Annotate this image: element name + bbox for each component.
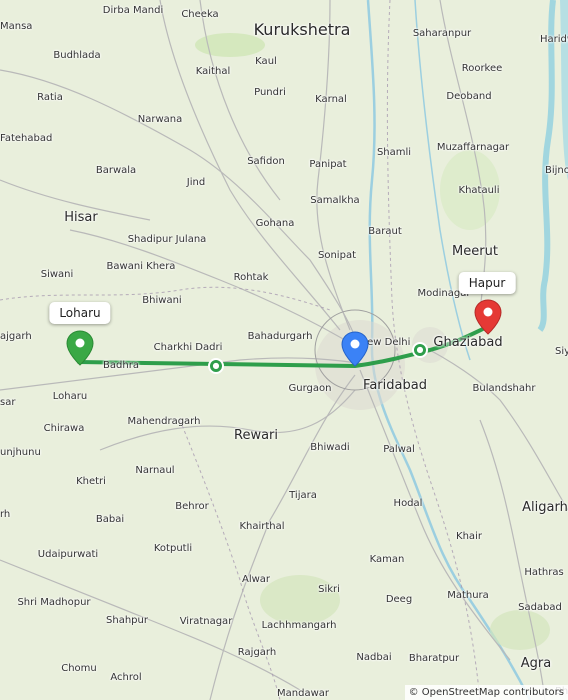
place-label-hathras: Hathras — [524, 567, 564, 578]
place-label-mandawar: Mandawar — [277, 688, 329, 699]
place-label-kaman: Kaman — [369, 554, 405, 565]
place-label-deoband: Deoband — [446, 91, 492, 102]
place-label-shamli: Shamli — [376, 147, 412, 158]
place-label-kotputli: Kotputli — [153, 543, 193, 554]
place-label-bharatpur: Bharatpur — [408, 653, 460, 664]
place-label-mathura: Mathura — [447, 590, 489, 601]
place-label-bahadurgarh: Bahadurgarh — [247, 331, 313, 342]
place-label-saharanpur: Saharanpur — [412, 28, 472, 39]
current-location-pin-icon[interactable] — [341, 331, 369, 371]
place-label-aligarh: Aligarh — [522, 500, 568, 515]
map-canvas[interactable]: Dirba Mandi Cheeka Kurukshetra Saharanpur Ha… — [0, 0, 568, 700]
place-label-nadbai: Nadbai — [356, 652, 392, 663]
place-label-sar: sar — [0, 397, 16, 408]
place-label-jind: Jind — [186, 177, 206, 188]
place-label-siwani: Siwani — [40, 269, 74, 280]
map-pin-icon — [341, 331, 369, 367]
place-label-dirba-mandi: Dirba Mandi — [102, 5, 164, 16]
place-label-bhiwadi: Bhiwadi — [310, 442, 350, 453]
place-label-tijara: Tijara — [289, 490, 317, 501]
place-label-bhiwani: Bhiwani — [142, 295, 182, 306]
place-label-agra: Agra — [520, 656, 552, 671]
map-attribution[interactable]: © OpenStreetMap contributors — [404, 685, 568, 700]
place-label-gurgaon: Gurgaon — [288, 383, 332, 394]
place-label-mahendragarh: Mahendragarh — [127, 416, 201, 427]
place-label-udaipurwati: Udaipurwati — [37, 549, 99, 560]
place-label-khetri: Khetri — [76, 476, 106, 487]
place-label-rh: rh — [0, 509, 11, 520]
place-label-pundri: Pundri — [254, 87, 286, 98]
place-label-panipat: Panipat — [309, 159, 347, 170]
place-label-barwala: Barwala — [95, 165, 137, 176]
place-label-bijnor: Bijno — [545, 165, 568, 176]
place-label-bulandshahr: Bulandshahr — [472, 383, 536, 394]
place-label-khair: Khair — [456, 531, 482, 542]
place-label-shri-madhopur: Shri Madhopur — [17, 597, 91, 608]
place-label-achrol: Achrol — [110, 672, 142, 683]
place-label-cheeka: Cheeka — [181, 9, 219, 20]
end-marker-label: Hapur — [458, 272, 516, 294]
place-label-chomu: Chomu — [61, 663, 97, 674]
place-label-safidon: Safidon — [247, 156, 285, 167]
map-pin-icon — [66, 330, 94, 366]
place-label-chirawa: Chirawa — [43, 423, 85, 434]
place-label-hodal: Hodal — [393, 498, 423, 509]
place-label-narwana: Narwana — [137, 114, 183, 125]
place-label-rohtak: Rohtak — [233, 272, 269, 283]
place-label-muzaffarnagar: Muzaffarnagar — [436, 142, 510, 153]
place-label-baraut: Baraut — [368, 226, 402, 237]
place-label-jhunjhunu: unjhunu — [0, 447, 41, 458]
place-label-bawani-khera: Bawani Khera — [106, 261, 176, 272]
place-label-shahpur: Shahpur — [106, 615, 148, 626]
place-label-shadipur-julana: Shadipur Julana — [127, 234, 207, 245]
map-pin-icon — [474, 299, 502, 335]
place-label-hisar: Hisar — [64, 210, 98, 225]
place-label-haridwar: Haridw — [540, 34, 568, 45]
place-label-budhlada: Budhlada — [53, 50, 101, 61]
place-label-meerut: Meerut — [452, 244, 498, 259]
place-label-rewari: Rewari — [233, 428, 279, 443]
place-label-deeg: Deeg — [385, 594, 413, 605]
place-label-sonipat: Sonipat — [318, 250, 356, 261]
place-label-samalkha: Samalkha — [310, 195, 360, 206]
start-marker-label: Loharu — [49, 302, 111, 324]
place-label-sadabad: Sadabad — [518, 602, 562, 613]
place-label-faridabad: Faridabad — [363, 378, 427, 393]
place-label-sikri: Sikri — [318, 584, 340, 595]
place-label-palwal: Palwal — [383, 444, 415, 455]
place-label-kaithal: Kaithal — [195, 66, 231, 77]
route-badge-icon: ● — [208, 358, 224, 374]
place-label-alwar: Alwar — [241, 574, 271, 585]
place-label-mansa: Mansa — [0, 21, 33, 32]
place-label-lachhmangarh: Lachhmangarh — [261, 620, 337, 631]
place-label-khairthal: Khairthal — [239, 521, 285, 532]
place-label-narnaul: Narnaul — [135, 465, 175, 476]
place-label-viratnagar: Viratnagar — [179, 616, 233, 627]
start-marker-pin-icon[interactable] — [66, 330, 94, 370]
place-label-rajgarh: Rajgarh — [237, 647, 277, 658]
place-label-behror: Behror — [175, 501, 209, 512]
place-label-charkhi-dadri: Charkhi Dadri — [153, 342, 223, 353]
route-badge-icon: ● — [412, 342, 428, 358]
place-label-roorkee: Roorkee — [461, 63, 503, 74]
place-label-karnal: Karnal — [315, 94, 347, 105]
place-label-kaul: Kaul — [255, 56, 277, 67]
place-label-khatauli: Khatauli — [458, 185, 500, 196]
end-marker-pin-icon[interactable] — [474, 299, 502, 339]
place-label-kurukshetra: Kurukshetra — [253, 20, 351, 39]
place-label-siyana: Siy — [555, 346, 568, 357]
place-label-fatehabad: Fatehabad — [0, 133, 53, 144]
place-label-jhajhar: ajgarh — [0, 331, 32, 342]
place-label-ratia: Ratia — [37, 92, 63, 103]
place-label-loharu-town: Loharu — [52, 391, 88, 402]
place-label-badhra: Badhra — [103, 360, 139, 371]
place-label-gohana: Gohana — [255, 218, 295, 229]
place-label-babai: Babai — [95, 514, 125, 525]
